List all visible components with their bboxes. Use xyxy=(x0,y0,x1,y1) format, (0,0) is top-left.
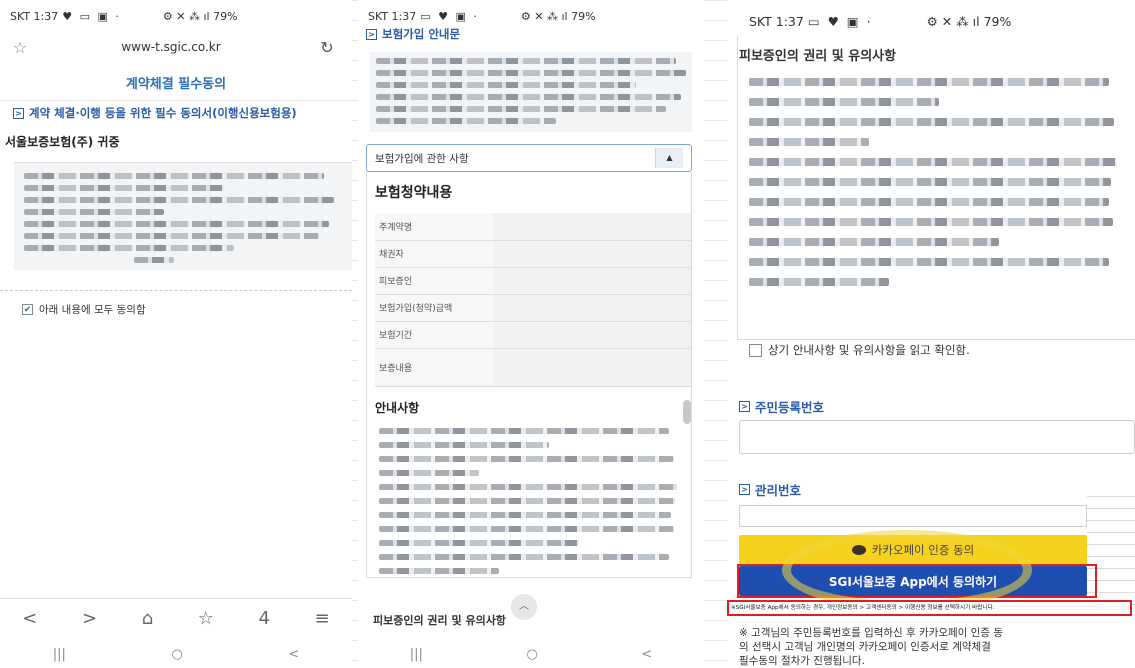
chevron-up-icon[interactable]: ▲ xyxy=(655,148,683,168)
bookmarks-icon[interactable]: ☆ xyxy=(198,608,214,629)
highlight-ellipse xyxy=(782,530,1032,610)
kakao-auth-note: ※ 고객님의 주민등록번호를 입력하신 후 카카오페이 인증 동 의 선택시 고… xyxy=(739,626,1129,668)
chevron-right-icon: > xyxy=(739,401,750,412)
phone-screen-2: SKT 1:37 ▭ ♥ ▣ · ⚙ ✕ ⁂ ıl 79% > 보험가입 안내문… xyxy=(358,0,704,668)
battery-text: 79% xyxy=(571,9,596,23)
confirm-checkbox[interactable] xyxy=(749,343,762,357)
status-bar: SKT 1:37 ♥ ▭ ▣ · ⚙ ✕ ⁂ ıl 79% xyxy=(0,0,352,32)
section-header-label: 계약 체결·이행 등을 위한 필수 동의서(이행신용보험용) xyxy=(29,106,297,120)
scrollbar-thumb[interactable] xyxy=(683,400,691,424)
agree-all-label: 아래 내용에 모두 동의함 xyxy=(39,304,146,316)
battery-text: 79% xyxy=(213,9,238,23)
row-value xyxy=(493,240,691,268)
tabs-icon[interactable]: 4 xyxy=(259,608,270,629)
table-row: 보험가입(청약)금액 xyxy=(375,294,691,322)
page-title: 계약체결 필수동의 xyxy=(0,62,352,101)
url-text[interactable]: www-t.sgic.co.kr xyxy=(40,40,302,54)
section-header-rights: 피보증인의 권리 및 유의사항 xyxy=(373,614,506,627)
status-battery: ⚙ ✕ ⁂ ıl 79% xyxy=(162,9,238,23)
bookmark-star-icon[interactable]: ☆ xyxy=(0,38,40,57)
row-label: 보험기간 xyxy=(375,321,493,349)
section-header: > 계약 체결·이행 등을 위한 필수 동의서(이행신용보험용) xyxy=(0,101,352,121)
status-text: SKT 1:37 xyxy=(10,9,59,23)
blurred-notice-text xyxy=(379,424,679,594)
blurred-guide-text xyxy=(370,52,692,132)
row-value xyxy=(493,267,691,295)
id-number-input[interactable] xyxy=(739,420,1135,454)
chevron-right-icon: > xyxy=(13,107,24,119)
section-header: > 보험가입 안내문 xyxy=(358,26,704,42)
home-nav-icon[interactable]: ○ xyxy=(171,647,182,662)
row-label: 보증내용 xyxy=(375,348,493,387)
back-nav-icon[interactable]: < xyxy=(288,647,299,662)
status-icons: ▭ ♥ ▣ · xyxy=(807,13,873,29)
note-line: 필수동의 절차가 진행됩니다. xyxy=(739,655,865,667)
system-nav-bar: ||| ○ < xyxy=(0,640,352,668)
status-text: SKT 1:37 xyxy=(749,13,804,29)
row-value xyxy=(493,213,691,241)
agree-all-checkbox[interactable]: ✔ 아래 내용에 모두 동의함 xyxy=(0,291,352,317)
mgmt-number-label: 관리번호 xyxy=(755,483,802,498)
table-row: 주계약명 xyxy=(375,213,691,241)
row-label: 피보증인 xyxy=(375,267,493,295)
status-icons: ▭ ♥ ▣ · xyxy=(420,9,479,23)
mgmt-number-header: > 관리번호 xyxy=(739,480,801,499)
recents-icon[interactable]: ||| xyxy=(53,647,66,662)
mgmt-number-input[interactable] xyxy=(739,505,1087,527)
notice-title: 안내사항 xyxy=(375,400,420,415)
section-header-label: 보험가입 안내문 xyxy=(382,27,461,41)
note-line: ※ 고객님의 주민등록번호를 입력하신 후 카카오페이 인증 동 xyxy=(739,627,1004,639)
contract-title: 보험청약내용 xyxy=(375,185,453,201)
sgi-app-disclaimer: ※SGI서울보증 App에서 동의하는 경우, 개인정보동의 > 고객센터동의 … xyxy=(727,600,1132,616)
table-row: 채권자 xyxy=(375,240,691,268)
confirm-checkbox-row[interactable]: 상기 안내사항 및 유의사항을 읽고 확인함. xyxy=(749,342,970,358)
row-label: 보험가입(청약)금액 xyxy=(375,294,493,322)
checkbox-checked-icon[interactable]: ✔ xyxy=(22,304,33,315)
home-nav-icon[interactable]: ○ xyxy=(526,647,537,662)
note-line: 의 선택시 고객님 개인명의 카카오페이 인증서로 계약체결 xyxy=(739,641,991,653)
status-battery: ⚙ ✕ ⁂ ıl 79% xyxy=(926,13,1012,29)
phone-screen-3: SKT 1:37 ▭ ♥ ▣ · ⚙ ✕ ⁂ ıl 79% 피보증인의 권리 및… xyxy=(727,0,1135,668)
back-nav-icon[interactable]: < xyxy=(641,647,652,662)
phone-screen-1: SKT 1:37 ♥ ▭ ▣ · ⚙ ✕ ⁂ ıl 79% ☆ www-t.sg… xyxy=(0,0,352,668)
insurance-info-dropdown[interactable]: 보험가입에 관한 사항 ▲ xyxy=(366,144,692,172)
browser-toolbar: < > ⌂ ☆ 4 ≡ xyxy=(0,598,352,638)
confirm-label: 상기 안내사항 및 유의사항을 읽고 확인함. xyxy=(768,343,970,357)
battery-text: 79% xyxy=(983,13,1012,29)
row-label: 주계약명 xyxy=(375,213,493,241)
back-icon[interactable]: < xyxy=(22,608,37,629)
status-battery: ⚙ ✕ ⁂ ıl 79% xyxy=(520,9,596,23)
status-icons: ♥ ▭ ▣ · xyxy=(62,9,121,23)
scroll-top-icon[interactable]: ︿ xyxy=(511,594,537,620)
table-row: 보험기간 xyxy=(375,321,691,349)
row-value xyxy=(493,321,691,349)
blurred-rights-text xyxy=(749,70,1129,320)
forward-icon[interactable]: > xyxy=(82,608,97,629)
status-text: SKT 1:37 xyxy=(368,9,417,23)
company-label: 서울보증보험(주) 귀중 xyxy=(5,135,120,149)
browser-url-bar: ☆ www-t.sgic.co.kr ↻ xyxy=(0,32,352,62)
row-value xyxy=(493,294,691,322)
id-number-label: 주민등록번호 xyxy=(755,400,825,415)
id-number-header: > 주민등록번호 xyxy=(739,397,824,416)
dropdown-label: 보험가입에 관한 사항 xyxy=(375,152,469,165)
table-row: 피보증인 xyxy=(375,267,691,295)
contract-panel: 보험청약내용 주계약명 채권자 피보증인 보험가입(청약)금액 보험기간 보증내… xyxy=(366,172,692,578)
contract-table: 주계약명 채권자 피보증인 보험가입(청약)금액 보험기간 보증내용 xyxy=(375,213,691,387)
row-value xyxy=(493,348,691,387)
row-label: 채권자 xyxy=(375,240,493,268)
system-nav-bar: ||| ○ < xyxy=(358,640,704,668)
table-row: 보증내용 xyxy=(375,348,691,387)
chevron-right-icon: > xyxy=(739,484,750,495)
blurred-consent-text xyxy=(14,162,352,270)
menu-icon[interactable]: ≡ xyxy=(315,608,330,629)
reload-icon[interactable]: ↻ xyxy=(302,38,352,57)
recents-icon[interactable]: ||| xyxy=(410,647,423,662)
chevron-right-icon: > xyxy=(366,28,377,40)
home-icon[interactable]: ⌂ xyxy=(142,608,153,629)
